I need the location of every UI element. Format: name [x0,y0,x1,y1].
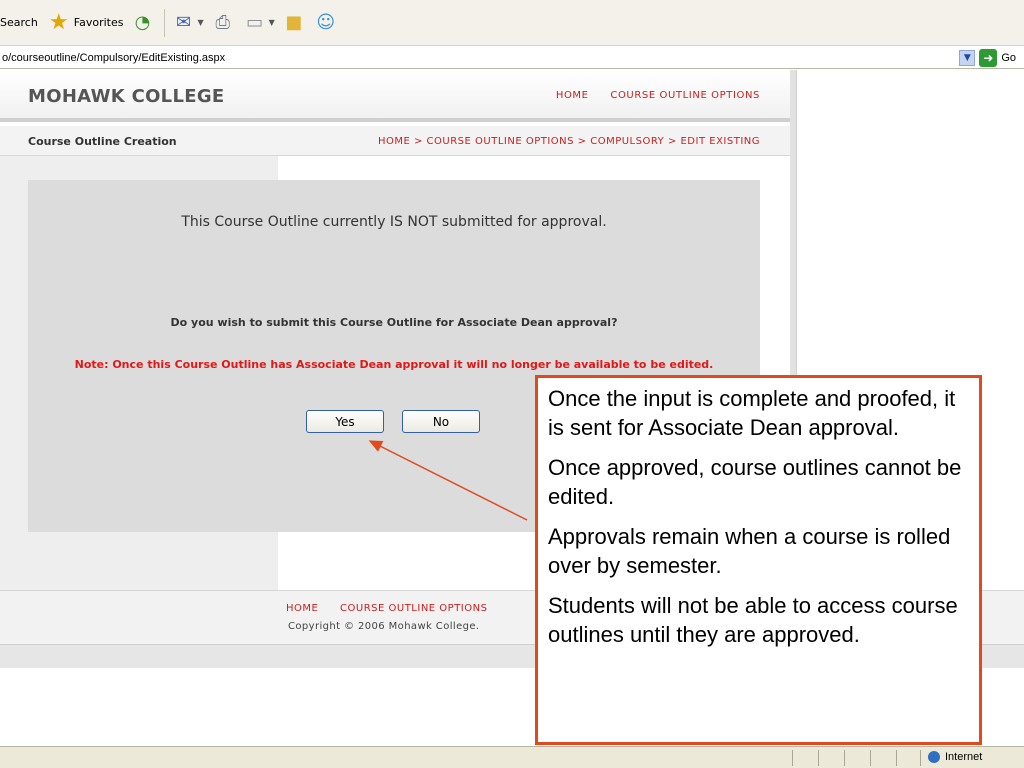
footer-home-link[interactable]: HOME [286,603,318,614]
approval-question: Do you wish to submit this Course Outlin… [170,316,618,329]
status-divider [792,750,793,766]
sub-header: Course Outline Creation HOME > COURSE OU… [0,126,790,156]
mail-icon[interactable]: ✉ [171,10,197,36]
callout-paragraph: Once approved, course outlines cannot be… [548,455,962,509]
status-divider [818,750,819,766]
approval-status-text: This Course Outline currently IS NOT sub… [181,214,607,230]
footer-nav: HOME COURSE OUTLINE OPTIONS [286,603,505,614]
security-zone: Internet [928,751,982,763]
toolbar-separator [163,8,165,37]
globe-icon [928,751,940,763]
star-icon: ★ [48,9,69,35]
zone-label: Internet [945,751,983,763]
browser-status-bar: Internet [0,746,1024,768]
browser-toolbar: Search ★ Favorites ◔ ✉ ▼ ⎙ ▭ ▼ ■ ☺ [0,0,1024,46]
copyright: Copyright © 2006 Mohawk College. [288,621,480,632]
search-label: Search [0,16,38,29]
top-nav: HOME COURSE OUTLINE OPTIONS [538,90,760,101]
history-icon[interactable]: ◔ [130,10,156,36]
go-label: Go [1001,51,1016,64]
chevron-down-icon[interactable]: ▼ [198,18,204,27]
page-title: Course Outline Creation [28,135,177,148]
status-divider [896,750,897,766]
yes-button[interactable]: Yes [306,410,384,433]
breadcrumb[interactable]: HOME > COURSE OUTLINE OPTIONS > COMPULSO… [378,136,760,147]
chevron-down-icon[interactable]: ▼ [269,18,275,27]
no-button[interactable]: No [402,410,480,433]
callout-paragraph: Approvals remain when a course is rolled… [548,524,951,578]
folder-icon[interactable]: ■ [281,10,307,36]
annotation-callout: Once the input is complete and proofed, … [535,375,982,745]
site-header: MOHAWK COLLEGE HOME COURSE OUTLINE OPTIO… [0,70,790,122]
address-dropdown-icon[interactable]: ▼ [959,49,976,66]
edit-icon[interactable]: ▭ [242,10,268,36]
site-brand: MOHAWK COLLEGE [28,86,225,107]
status-divider [870,750,871,766]
address-input[interactable]: o/courseoutline/Compulsory/EditExisting.… [0,52,959,64]
favorites-label: Favorites [73,16,124,29]
approval-note: Note: Once this Course Outline has Assoc… [74,358,714,371]
search-button[interactable]: Search [0,8,38,38]
callout-paragraph: Students will not be able to access cour… [548,593,958,647]
footer-course-outline-options-link[interactable]: COURSE OUTLINE OPTIONS [340,603,487,614]
print-icon[interactable]: ⎙ [210,10,236,36]
callout-paragraph: Once the input is complete and proofed, … [548,386,956,440]
go-arrow-icon: ➜ [979,48,998,67]
favorites-button[interactable]: ★ Favorites [48,8,124,38]
status-divider [920,750,921,766]
messenger-icon[interactable]: ☺ [313,10,339,36]
go-button[interactable]: ➜ Go [979,48,1016,67]
status-divider [844,750,845,766]
nav-home-link[interactable]: HOME [556,90,589,101]
address-bar: o/courseoutline/Compulsory/EditExisting.… [0,47,1024,69]
nav-course-outline-options-link[interactable]: COURSE OUTLINE OPTIONS [610,90,760,101]
